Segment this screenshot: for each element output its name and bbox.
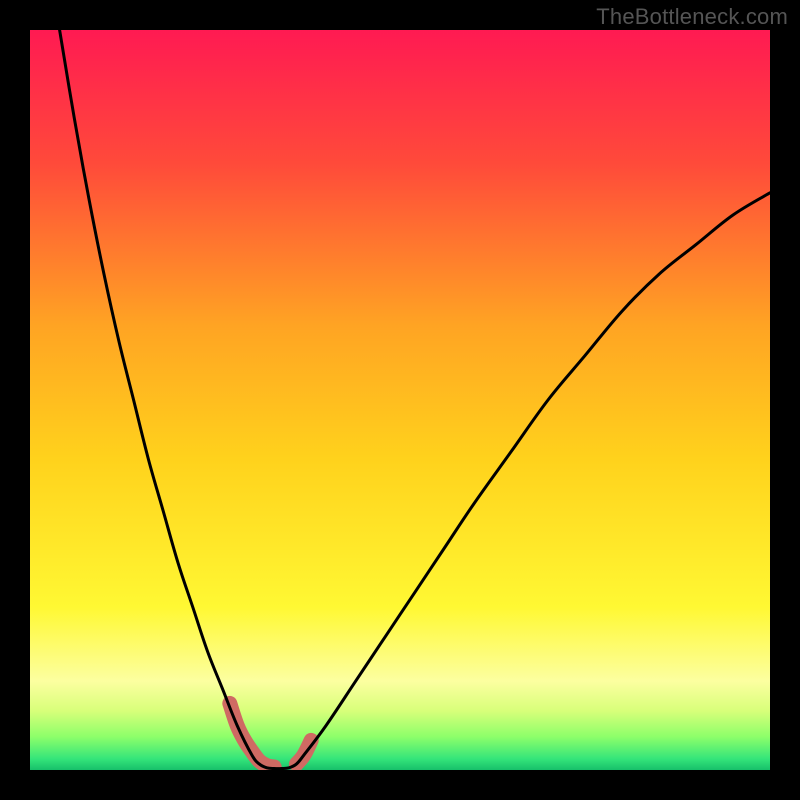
plot-area	[30, 30, 770, 770]
main-curve-path	[60, 30, 770, 769]
curve-layer	[30, 30, 770, 770]
outer-frame: TheBottleneck.com	[0, 0, 800, 800]
bottleneck-curve	[60, 30, 770, 769]
watermark-text: TheBottleneck.com	[596, 4, 788, 30]
